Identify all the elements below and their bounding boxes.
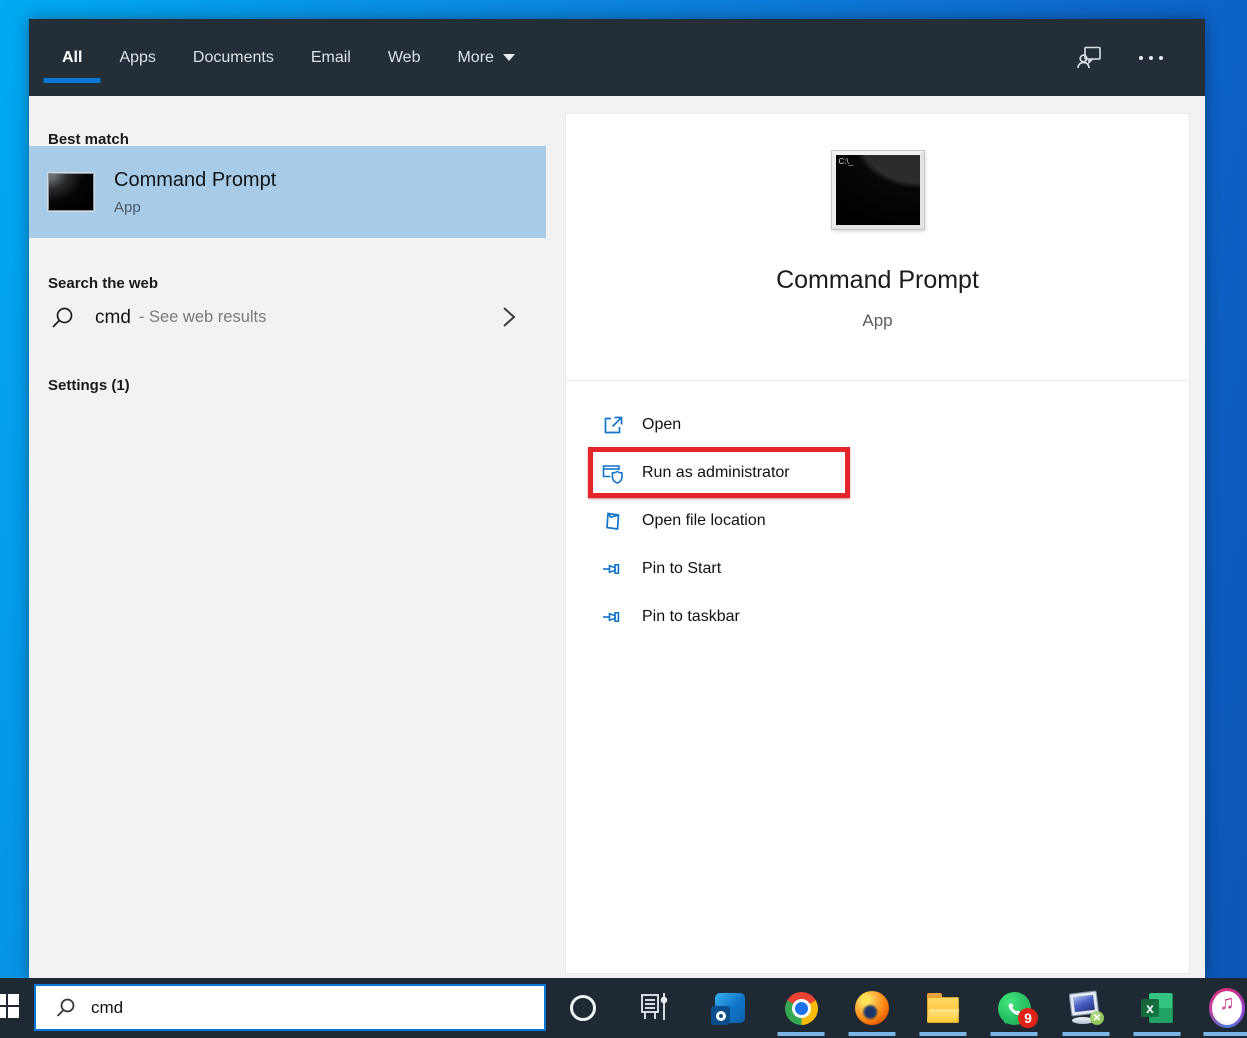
tab-more-label: More bbox=[457, 49, 493, 66]
action-label: Run as administrator bbox=[642, 464, 790, 482]
web-suffix-text: - See web results bbox=[139, 308, 266, 327]
action-label: Open file location bbox=[642, 512, 766, 530]
search-input[interactable] bbox=[91, 998, 491, 1018]
taskbar-search-box[interactable] bbox=[34, 984, 546, 1031]
ellipsis-icon[interactable] bbox=[1139, 56, 1163, 60]
search-flyout-panel: All Apps Documents Email Web More Best m… bbox=[29, 19, 1205, 978]
admin-shield-icon bbox=[601, 461, 625, 485]
chevron-right-icon[interactable] bbox=[501, 304, 517, 330]
chrome-icon bbox=[785, 992, 818, 1025]
tab-all[interactable]: All bbox=[62, 49, 82, 67]
cortana-icon[interactable] bbox=[570, 995, 596, 1021]
result-subtitle: App bbox=[114, 199, 276, 216]
detail-subtitle: App bbox=[566, 311, 1189, 331]
taskbar-outlook-icon[interactable] bbox=[712, 990, 748, 1026]
result-detail-card: C:\_ Command Prompt App Open bbox=[565, 113, 1190, 974]
web-search-result[interactable]: cmd - See web results bbox=[29, 290, 546, 345]
result-title: Command Prompt bbox=[114, 169, 276, 192]
taskbar-excel-icon[interactable]: x bbox=[1139, 990, 1175, 1026]
excel-icon: x bbox=[1141, 993, 1173, 1023]
virtualbox-icon: ✕ bbox=[1068, 991, 1104, 1025]
whatsapp-notification-badge: 9 bbox=[1018, 1008, 1038, 1028]
action-run-as-administrator[interactable]: Run as administrator bbox=[566, 449, 1189, 497]
action-open-file-location[interactable]: Open file location bbox=[566, 497, 1189, 545]
desktop: All Apps Documents Email Web More Best m… bbox=[0, 0, 1247, 1038]
tab-more[interactable]: More bbox=[457, 49, 514, 67]
action-label: Open bbox=[642, 416, 681, 434]
launch-icon bbox=[601, 413, 625, 437]
action-label: Pin to taskbar bbox=[642, 608, 740, 626]
action-pin-to-start[interactable]: Pin to Start bbox=[566, 545, 1189, 593]
taskbar-chrome-icon[interactable] bbox=[783, 990, 819, 1026]
taskbar-file-explorer-icon[interactable] bbox=[925, 990, 961, 1026]
web-query-text: cmd bbox=[95, 307, 131, 329]
pin-icon bbox=[601, 605, 625, 629]
start-button[interactable] bbox=[0, 994, 21, 1020]
command-prompt-icon-large: C:\_ bbox=[832, 151, 924, 229]
taskbar-itunes-icon[interactable]: ♫ bbox=[1209, 990, 1245, 1026]
outlook-icon bbox=[715, 993, 745, 1023]
account-icon[interactable] bbox=[1076, 44, 1103, 71]
file-explorer-icon bbox=[927, 997, 959, 1023]
taskbar-firefox-icon[interactable] bbox=[854, 990, 890, 1026]
firefox-icon bbox=[855, 991, 889, 1025]
tab-email[interactable]: Email bbox=[311, 49, 351, 67]
action-list: Open Run as administrator Open file bbox=[566, 401, 1189, 641]
taskbar: 9 ✕ x ♫ bbox=[0, 978, 1247, 1038]
search-icon bbox=[50, 305, 76, 331]
windows-start-icon bbox=[0, 994, 21, 1018]
cmd-icon-prompt-text: C:\_ bbox=[839, 157, 854, 166]
action-open[interactable]: Open bbox=[566, 401, 1189, 449]
command-prompt-icon bbox=[48, 173, 94, 211]
task-view-icon[interactable] bbox=[637, 991, 671, 1023]
search-icon bbox=[55, 997, 77, 1019]
chevron-down-icon bbox=[503, 54, 515, 61]
pin-icon bbox=[601, 557, 625, 581]
divider bbox=[566, 380, 1189, 381]
detail-title: Command Prompt bbox=[566, 266, 1189, 295]
taskbar-virtualbox-icon[interactable]: ✕ bbox=[1068, 990, 1104, 1026]
file-location-icon bbox=[601, 509, 625, 533]
tab-web[interactable]: Web bbox=[388, 49, 421, 67]
action-label: Pin to Start bbox=[642, 560, 721, 578]
settings-header: Settings (1) bbox=[48, 377, 130, 394]
itunes-icon: ♫ bbox=[1209, 988, 1245, 1028]
best-match-result-command-prompt[interactable]: Command Prompt App bbox=[29, 146, 546, 238]
tab-documents[interactable]: Documents bbox=[193, 49, 274, 67]
taskbar-whatsapp-icon[interactable]: 9 bbox=[996, 990, 1032, 1026]
action-pin-to-taskbar[interactable]: Pin to taskbar bbox=[566, 593, 1189, 641]
search-filter-bar: All Apps Documents Email Web More bbox=[29, 19, 1205, 96]
tab-apps[interactable]: Apps bbox=[119, 49, 155, 67]
